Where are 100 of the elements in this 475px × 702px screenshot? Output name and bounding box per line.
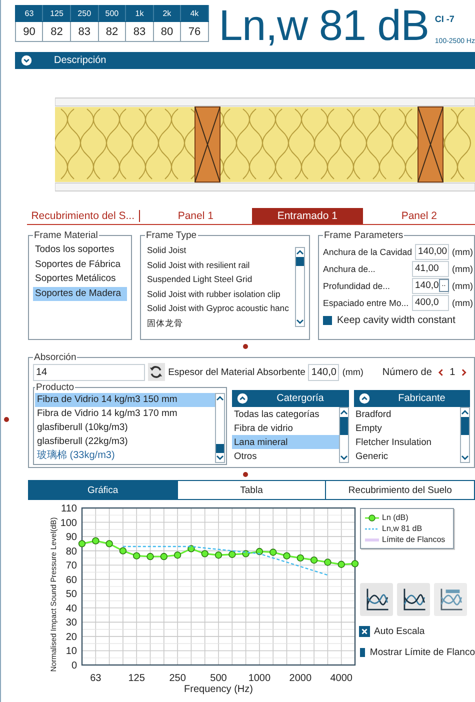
input-field[interactable]: 41,00 — [412, 260, 449, 276]
y-tick-label: 40 — [66, 603, 77, 614]
chevron-up-icon[interactable] — [340, 409, 348, 415]
splitter-handle[interactable] — [242, 472, 248, 476]
thickness-field[interactable]: 140,0 — [308, 364, 340, 380]
chevron-down-icon[interactable] — [216, 455, 224, 461]
input-field[interactable]: 400,0 — [412, 294, 449, 310]
chevron-down-icon[interactable] — [296, 319, 304, 325]
data-point — [310, 556, 318, 564]
chevron-down-icon[interactable] — [340, 455, 348, 461]
band-value-cell: 80 — [153, 22, 181, 42]
x-tick-label: 1000 — [248, 673, 271, 684]
group-title: Producto — [35, 382, 76, 393]
list-item[interactable]: Solid Joist with resilient rail — [145, 258, 295, 272]
data-point — [201, 550, 208, 558]
layer-tab[interactable]: Recubrimiento del S... — [27, 210, 140, 222]
unit-label: (mm) — [452, 246, 473, 256]
chevron-up-icon[interactable] — [461, 409, 469, 415]
x-tick-label: 250 — [169, 673, 186, 684]
splitter-handle[interactable] — [4, 417, 9, 422]
list-item[interactable]: glasfiberull (10kg/m3) — [35, 421, 215, 435]
list-item[interactable]: Solid Joist with rubber isolation clip — [145, 286, 295, 301]
chevron-up-icon[interactable] — [216, 395, 224, 401]
description-header[interactable]: Descripción — [15, 52, 475, 69]
layer-tab[interactable]: Panel 2 — [363, 208, 475, 224]
filter-title: Fabricante — [397, 393, 446, 404]
list-item[interactable]: Soportes Metálicos — [33, 272, 127, 286]
list-item[interactable]: Soportes de Fábrica — [33, 258, 127, 272]
band-value-cell: 83 — [70, 22, 98, 42]
unit-label: (mm) — [342, 367, 364, 377]
chart-view-button[interactable] — [397, 583, 430, 616]
splitter-handle[interactable] — [242, 344, 248, 348]
unit-label: (mm) — [452, 264, 473, 274]
list-item[interactable]: glasfiberull (22kg/m3) — [35, 435, 215, 449]
input-field[interactable]: 140,00 — [415, 244, 449, 260]
chevron-down-icon[interactable] — [461, 455, 469, 461]
list-item[interactable]: Suspended Light Steel Grid — [145, 272, 295, 286]
filter-header[interactable]: Catergoría — [232, 390, 348, 407]
list-item[interactable]: Generic — [354, 449, 460, 463]
list-item[interactable]: Solid Joist with Gyproc acoustic hanc — [145, 301, 295, 316]
group-title: Frame Type — [145, 230, 198, 241]
x-tick-label: 500 — [210, 673, 227, 684]
data-point — [296, 554, 304, 562]
list-item[interactable]: Solid Joist — [145, 243, 295, 258]
list-item[interactable]: Bradford — [354, 407, 460, 421]
chart-export-button[interactable] — [434, 583, 467, 616]
number-value: 1 — [450, 366, 456, 378]
data-point — [160, 552, 168, 560]
list-item[interactable]: Fibra de vidrio — [232, 421, 338, 435]
scrollbar[interactable] — [338, 407, 348, 463]
result-tab[interactable]: Gráfica — [29, 481, 177, 499]
field-label: Anchura de la Cavidad — [323, 246, 412, 256]
chart-view-button[interactable] — [360, 583, 393, 616]
list-item[interactable]: Fletcher Insulation — [354, 435, 460, 449]
scrollbar-thumb[interactable] — [216, 444, 224, 453]
scrollbar[interactable] — [460, 407, 470, 463]
chevron-up-icon[interactable] — [296, 249, 304, 255]
refresh-button[interactable] — [148, 363, 166, 381]
x-tick-label: 4000 — [330, 673, 352, 684]
checkbox[interactable] — [360, 627, 369, 636]
data-point — [146, 552, 154, 560]
list-item[interactable]: 固体龙骨 — [145, 316, 295, 330]
scrollbar-thumb[interactable] — [340, 417, 348, 435]
data-point — [283, 552, 290, 560]
scrollbar-thumb[interactable] — [461, 417, 469, 435]
list-item[interactable]: Soportes de Madera — [33, 286, 127, 301]
legend-label: Límite de Flancos — [382, 535, 446, 544]
y-tick-label: 90 — [66, 532, 77, 544]
band-value-cell: 90 — [16, 22, 43, 42]
thickness-label: Espesor del Material Absorbente — [168, 366, 306, 378]
layer-tab[interactable]: Panel 1 — [140, 208, 252, 224]
checkbox[interactable] — [323, 316, 332, 325]
field-label: Profundidad de... — [323, 280, 392, 290]
list-item[interactable]: Todos los soportes — [33, 243, 127, 258]
description-title: Descripción — [54, 55, 106, 66]
list-item[interactable]: 玻璃棉 (33kg/m3) — [35, 449, 215, 463]
search-field[interactable]: 14 — [33, 364, 145, 380]
data-point — [242, 550, 250, 558]
rating-value: Ln,w 81 dB — [218, 4, 429, 48]
checkbox-label: Keep cavity width constant — [337, 315, 456, 326]
checkbox[interactable] — [360, 648, 365, 657]
previous-icon[interactable] — [438, 368, 444, 376]
layer-tab[interactable]: Entramado 1 — [252, 208, 364, 224]
y-tick-label: 30 — [66, 618, 77, 629]
band-header-cell: 63 — [16, 6, 43, 22]
filter-header[interactable]: Fabricante — [354, 390, 470, 407]
y-tick-label: 70 — [66, 560, 77, 572]
list-item[interactable]: Lana mineral — [232, 435, 338, 449]
data-point — [324, 558, 332, 566]
list-item[interactable]: Todas las categorías — [232, 407, 338, 421]
scrollbar[interactable] — [215, 393, 225, 463]
chevron-up-icon — [358, 393, 370, 404]
data-point — [351, 560, 359, 568]
list-item[interactable]: Otros — [232, 449, 338, 463]
list-item[interactable]: Empty — [354, 421, 460, 435]
next-icon[interactable] — [461, 368, 467, 376]
list-item[interactable]: Fibra de Vidrio 14 kg/m3 170 mm — [35, 407, 215, 421]
scrollbar[interactable] — [295, 247, 305, 327]
scrollbar-thumb[interactable] — [296, 257, 304, 266]
list-item[interactable]: Fibra de Vidrio 14 kg/m3 150 mm — [35, 393, 215, 407]
